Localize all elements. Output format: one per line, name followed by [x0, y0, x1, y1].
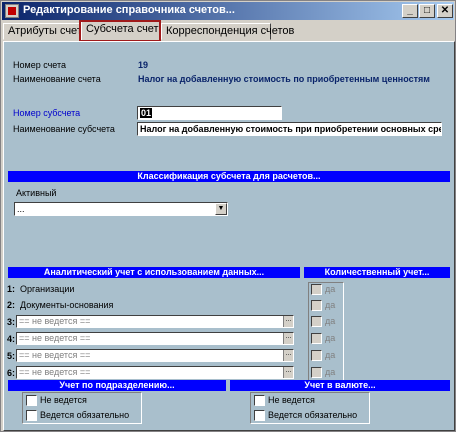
- quantity-checkbox-label: да: [325, 367, 336, 377]
- currency-required-checkbox[interactable]: [254, 410, 265, 421]
- analytics-field-value: == не ведется ==: [19, 333, 91, 343]
- account-number-label: Номер счета: [13, 60, 67, 70]
- account-name-label: Наименование счета: [13, 74, 101, 84]
- analytics-field-4[interactable]: == не ведется == ...: [16, 332, 294, 345]
- division-not-kept-label: Не ведется: [40, 395, 87, 405]
- active-tab-highlight: [79, 20, 161, 42]
- division-not-kept-checkbox[interactable]: [26, 395, 37, 406]
- quantity-checkbox-label: да: [325, 300, 336, 310]
- subaccount-number-value: 01: [140, 108, 153, 118]
- ellipsis-button[interactable]: ...: [283, 333, 293, 344]
- close-button[interactable]: ✕: [437, 4, 453, 18]
- quantity-checkbox-3[interactable]: [311, 316, 322, 327]
- analytics-row-number: 3:: [7, 317, 16, 327]
- analytics-field-5[interactable]: == не ведется == ...: [16, 349, 294, 362]
- title-bar[interactable]: Редактирование справочника счетов... _ □…: [2, 2, 454, 20]
- quantity-checkbox-6[interactable]: [311, 367, 322, 378]
- currency-not-kept-label: Не ведется: [268, 395, 315, 405]
- analytics-row-number: 1:: [7, 284, 16, 294]
- analytics-row-number: 5:: [7, 351, 16, 361]
- account-type-combo[interactable]: ... ▼: [14, 202, 228, 216]
- account-name-value: Налог на добавленную стоимость по приобр…: [138, 74, 430, 84]
- quantity-checkbox-label: да: [325, 333, 336, 343]
- chevron-down-icon[interactable]: ▼: [215, 203, 227, 215]
- currency-required-label: Ведется обязательно: [268, 410, 358, 420]
- tab-correspondence[interactable]: Корреспонденция счетов: [161, 23, 294, 40]
- minimize-button[interactable]: _: [402, 4, 418, 18]
- analytics-row-number: 4:: [7, 334, 16, 344]
- ellipsis-button[interactable]: ...: [283, 350, 293, 361]
- analytics-row-documents: Документы-основания: [20, 300, 114, 310]
- quantity-checkbox-label: да: [325, 316, 336, 326]
- ellipsis-button[interactable]: ...: [283, 316, 293, 327]
- tab-strip: Атрибуты счета Субсчета счета Корреспонд…: [3, 21, 455, 41]
- tab-account-attributes[interactable]: Атрибуты счета: [3, 23, 88, 40]
- classification-header: Классификация субсчета для расчетов...: [8, 171, 450, 182]
- currency-not-kept-checkbox[interactable]: [254, 395, 265, 406]
- division-required-checkbox[interactable]: [26, 410, 37, 421]
- subaccount-number-field[interactable]: 01: [137, 106, 282, 120]
- subaccounts-panel: Номер счета 19 Наименование счета Налог …: [3, 41, 455, 431]
- window-title: Редактирование справочника счетов...: [23, 4, 235, 16]
- analytics-field-value: == не ведется ==: [19, 316, 91, 326]
- analytics-field-6[interactable]: == не ведется == ...: [16, 366, 294, 379]
- analytics-field-value: == не ведется ==: [19, 350, 91, 360]
- subaccount-number-label: Номер субсчета: [13, 108, 81, 118]
- analytics-row-number: 2:: [7, 300, 16, 310]
- quantity-checkbox-label: да: [325, 350, 336, 360]
- analytics-row-organizations: Организации: [20, 284, 75, 294]
- edit-account-window: Редактирование справочника счетов... _ □…: [0, 0, 456, 432]
- maximize-button[interactable]: □: [419, 4, 435, 18]
- division-required-label: Ведется обязательно: [40, 410, 130, 420]
- analytics-field-3[interactable]: == не ведется == ...: [16, 315, 294, 328]
- currency-header: Учет в валюте...: [230, 380, 450, 391]
- quantity-checkbox-label: да: [325, 284, 336, 294]
- quantity-checkbox-2[interactable]: [311, 300, 322, 311]
- analytics-row-number: 6:: [7, 368, 16, 378]
- quantity-header: Количественный учет...: [304, 267, 450, 278]
- account-type-label: Активный: [16, 188, 57, 198]
- subaccount-name-field[interactable]: Налог на добавленную стоимость при приоб…: [137, 122, 442, 136]
- analytics-field-value: == не ведется ==: [19, 367, 91, 377]
- ellipsis-button[interactable]: ...: [283, 367, 293, 378]
- quantity-checkbox-4[interactable]: [311, 333, 322, 344]
- quantity-checkbox-5[interactable]: [311, 350, 322, 361]
- subaccount-name-label: Наименование субсчета: [13, 124, 115, 134]
- account-type-value: ...: [17, 204, 25, 214]
- analytics-header: Аналитический учет с использованием данн…: [8, 267, 300, 278]
- app-icon: [5, 4, 19, 18]
- account-number-value: 19: [138, 60, 149, 70]
- quantity-checkbox-1[interactable]: [311, 284, 322, 295]
- division-header: Учет по подразделению...: [8, 380, 226, 391]
